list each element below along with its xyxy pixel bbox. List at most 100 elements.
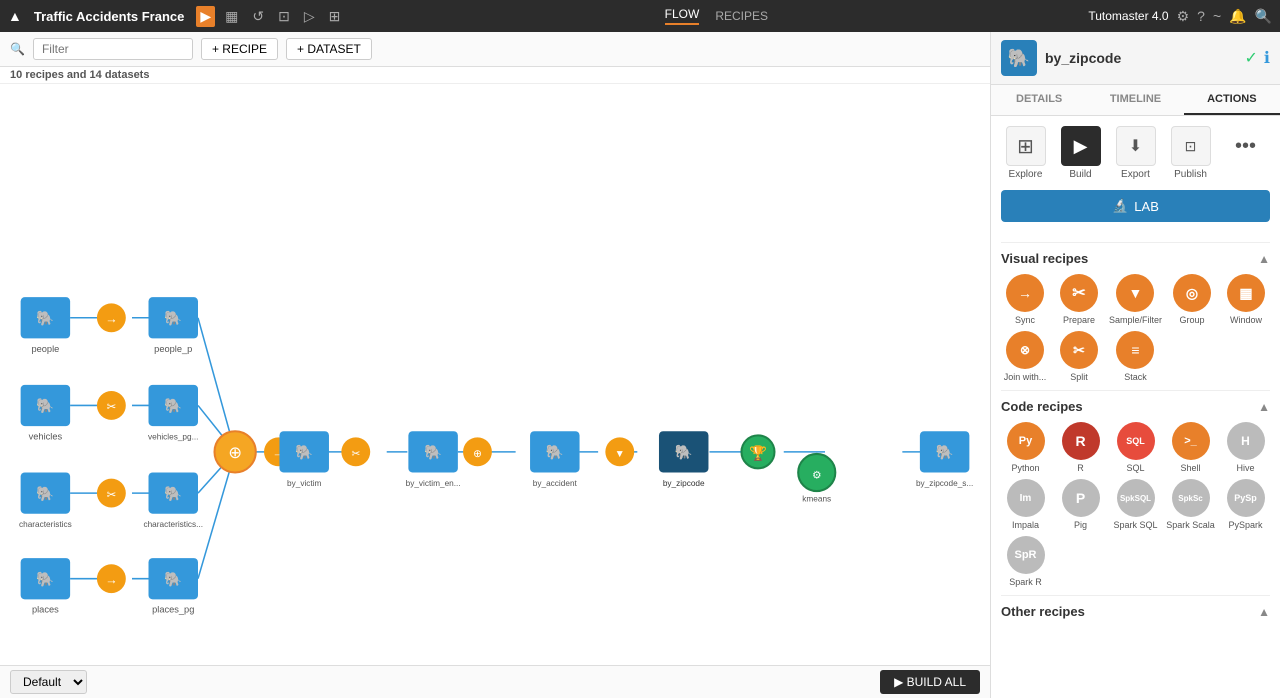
topbar-right-icons: ⚙ ? ~ 🔔 🔍 [1177,8,1272,25]
visual-recipes-section: Visual recipes ▲ → Sync ✂ Prepare ▼ Samp… [991,243,1280,390]
tab-timeline[interactable]: TIMELINE [1087,85,1183,115]
svg-text:🐘: 🐘 [164,571,182,588]
build-all-button[interactable]: ▶ BUILD ALL [880,670,980,694]
default-select[interactable]: Default [10,670,87,694]
add-recipe-button[interactable]: + RECIPE [201,38,278,60]
check-icon[interactable]: ✓ [1245,48,1258,68]
filter-icon: 🔍 [10,42,25,56]
rp-tabs: DETAILS TIMELINE ACTIONS [991,85,1280,116]
recipe-stack[interactable]: ≡ Stack [1109,331,1162,382]
action-publish[interactable]: ⊡ Publish [1166,126,1215,180]
svg-text:characteristics: characteristics [19,520,72,529]
recipe-window[interactable]: ▦ Window [1222,274,1270,325]
app-logo: ▲ [8,8,22,24]
recipe-sync[interactable]: → Sync [1001,274,1049,325]
svg-text:🐘: 🐘 [36,310,54,327]
action-grid: ⊞ Explore ▶ Build ⬇ Export ⊡ Publish [1001,126,1270,180]
topbar-icons: ▶ ▦ ↺ ⊡ ▷ ⊞ [196,6,344,27]
svg-text:by_zipcode: by_zipcode [663,479,705,488]
other-recipes-toggle[interactable]: ▲ [1258,605,1270,619]
play-icon[interactable]: ▷ [300,6,319,27]
db-icon[interactable]: ▦ [221,6,242,27]
svg-text:🐘: 🐘 [164,310,182,327]
topbar-nav: FLOW RECIPES [665,7,768,25]
recipe-spark-scala[interactable]: SpkSc Spark Scala [1166,479,1215,530]
svg-text:🐘: 🐘 [295,444,313,461]
add-dataset-button[interactable]: + DATASET [286,38,372,60]
svg-text:places: places [32,605,59,615]
svg-text:kmeans: kmeans [802,494,831,503]
lab-icon: 🔬 [1112,198,1128,214]
tab-details[interactable]: DETAILS [991,85,1087,115]
recipe-spark-sql[interactable]: SpkSQL Spark SQL [1111,479,1160,530]
svg-text:🐘: 🐘 [36,398,54,415]
search-icon[interactable]: 🔍 [1255,8,1272,25]
grid-icon[interactable]: ⊞ [325,6,345,27]
recipes-count: 10 [10,69,22,81]
action-build[interactable]: ▶ Build [1056,126,1105,180]
refresh-icon[interactable]: ↺ [248,6,268,27]
other-recipes-title: Other recipes [1001,604,1085,619]
code-recipes-grid: Py Python R R SQL SQL >_ Shell H Hive [1001,422,1270,587]
svg-text:🐘: 🐘 [675,444,693,461]
svg-text:→: → [105,312,117,326]
action-more[interactable]: ••• [1221,126,1270,180]
svg-text:people: people [31,344,59,354]
recipe-group[interactable]: ◎ Group [1168,274,1216,325]
svg-text:people_p: people_p [154,344,192,354]
flow-panel: 🔍 + RECIPE + DATASET 10 recipes and 14 d… [0,32,990,698]
recipe-sql[interactable]: SQL SQL [1111,422,1160,473]
recipe-pyspark[interactable]: PySp PySpark [1221,479,1270,530]
svg-text:by_accident: by_accident [533,479,578,488]
nav-flow[interactable]: FLOW [665,7,700,25]
svg-text:⚙: ⚙ [812,471,821,482]
recipe-pig[interactable]: P Pig [1056,479,1105,530]
help-icon[interactable]: ? [1197,8,1205,24]
stream-icon[interactable]: ▶ [196,6,215,27]
action-export[interactable]: ⬇ Export [1111,126,1160,180]
rp-actions: ⊞ Explore ▶ Build ⬇ Export ⊡ Publish [991,116,1280,242]
tab-actions[interactable]: ACTIONS [1184,85,1280,115]
lab-button[interactable]: 🔬 LAB [1001,190,1270,222]
flow-toolbar: 🔍 + RECIPE + DATASET [0,32,990,67]
other-recipes-section: Other recipes ▲ [991,596,1280,635]
recipe-impala[interactable]: Im Impala [1001,479,1050,530]
code-recipes-toggle[interactable]: ▲ [1258,400,1270,414]
svg-text:places_pg: places_pg [152,605,194,615]
topbar: ▲ Traffic Accidents France ▶ ▦ ↺ ⊡ ▷ ⊞ F… [0,0,1280,32]
recipe-join[interactable]: ⊗ Join with... [1001,331,1049,382]
main-layout: 🔍 + RECIPE + DATASET 10 recipes and 14 d… [0,32,1280,698]
svg-text:vehicles_pg...: vehicles_pg... [148,432,198,441]
settings-icon[interactable]: ⚙ [1177,8,1190,25]
dataset-logo: 🐘 [1001,40,1037,76]
project-name: Tutomaster 4.0 [1088,9,1168,23]
activity-icon[interactable]: ~ [1213,8,1221,24]
rp-header: 🐘 by_zipcode ✓ ℹ [991,32,1280,85]
svg-text:⊕: ⊕ [228,444,242,462]
recipe-python[interactable]: Py Python [1001,422,1050,473]
recipe-hive[interactable]: H Hive [1221,422,1270,473]
recipe-split[interactable]: ✂ Split [1055,331,1103,382]
recipe-prepare[interactable]: ✂ Prepare [1055,274,1103,325]
datasets-count: 14 [90,69,102,81]
recipe-spark-r[interactable]: SpR Spark R [1001,536,1050,587]
code-recipes-title: Code recipes [1001,399,1083,414]
flow-canvas[interactable]: 🐘 people → 🐘 people_p 🐘 vehicles ✂ 🐘 v [0,84,990,665]
rp-header-icons: ✓ ℹ [1245,48,1270,68]
filter-input[interactable] [33,38,193,60]
info-icon[interactable]: ℹ [1264,48,1270,68]
svg-text:✂: ✂ [107,489,116,501]
nav-recipes[interactable]: RECIPES [715,9,768,23]
recipe-r[interactable]: R R [1056,422,1105,473]
action-explore[interactable]: ⊞ Explore [1001,126,1050,180]
notification-icon[interactable]: 🔔 [1229,8,1246,25]
visual-recipes-grid: → Sync ✂ Prepare ▼ Sample/Filter ◎ Group… [1001,274,1270,382]
svg-text:🏆: 🏆 [749,444,767,462]
app-title: Traffic Accidents France [34,9,185,24]
recipe-sample-filter[interactable]: ▼ Sample/Filter [1109,274,1162,325]
recipe-shell[interactable]: >_ Shell [1166,422,1215,473]
visual-recipes-toggle[interactable]: ▲ [1258,252,1270,266]
visual-recipes-title: Visual recipes [1001,251,1088,266]
code-recipes-header: Code recipes ▲ [1001,399,1270,414]
edit-icon[interactable]: ⊡ [274,6,294,27]
